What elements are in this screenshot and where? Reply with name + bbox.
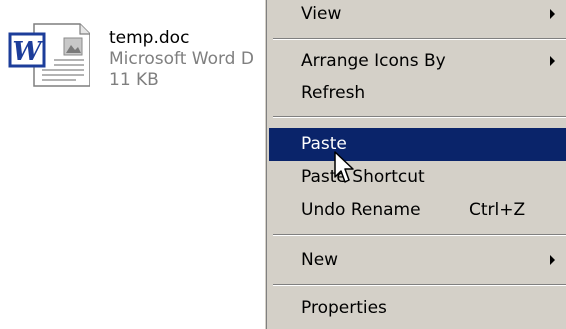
menu-item-undo-rename[interactable]: Undo Rename Ctrl+Z xyxy=(269,194,566,226)
file-size: 11 KB xyxy=(109,70,159,90)
menu-item-label: Refresh xyxy=(301,83,366,103)
menu-item-view[interactable]: View xyxy=(269,0,566,30)
svg-text:W: W xyxy=(12,37,44,67)
menu-item-label: New xyxy=(301,250,339,270)
menu-item-label: Arrange Icons By xyxy=(301,51,446,71)
menu-item-paste[interactable]: Paste xyxy=(269,128,566,161)
submenu-arrow-icon xyxy=(550,9,555,19)
menu-item-label: Paste Shortcut xyxy=(301,167,425,187)
desktop-area[interactable]: W temp.doc Microsoft Word D 11 KB View A… xyxy=(0,0,566,329)
submenu-arrow-icon xyxy=(550,56,555,66)
menu-separator xyxy=(273,234,566,236)
menu-item-label: View xyxy=(301,4,342,24)
menu-item-label: Properties xyxy=(301,298,387,318)
file-item-temp-doc[interactable]: W temp.doc Microsoft Word D 11 KB xyxy=(6,20,268,110)
menu-separator xyxy=(273,38,566,40)
file-name: temp.doc xyxy=(109,28,190,48)
menu-item-new[interactable]: New xyxy=(269,244,566,276)
menu-item-refresh[interactable]: Refresh xyxy=(269,77,566,109)
menu-separator xyxy=(273,116,566,118)
menu-item-label: Undo Rename xyxy=(301,200,421,220)
arrow-cursor-icon xyxy=(334,151,354,183)
word-document-icon: W xyxy=(8,23,90,87)
context-menu: View Arrange Icons By Refresh Paste Past… xyxy=(265,0,566,329)
submenu-arrow-icon xyxy=(550,255,555,265)
file-label: temp.doc Microsoft Word D 11 KB xyxy=(109,28,279,91)
menu-item-paste-shortcut[interactable]: Paste Shortcut xyxy=(269,161,566,193)
menu-item-properties[interactable]: Properties xyxy=(269,292,566,324)
file-type: Microsoft Word D xyxy=(109,49,254,69)
menu-item-arrange-icons-by[interactable]: Arrange Icons By xyxy=(269,45,566,77)
menu-separator xyxy=(273,284,566,286)
menu-item-shortcut: Ctrl+Z xyxy=(469,200,526,220)
